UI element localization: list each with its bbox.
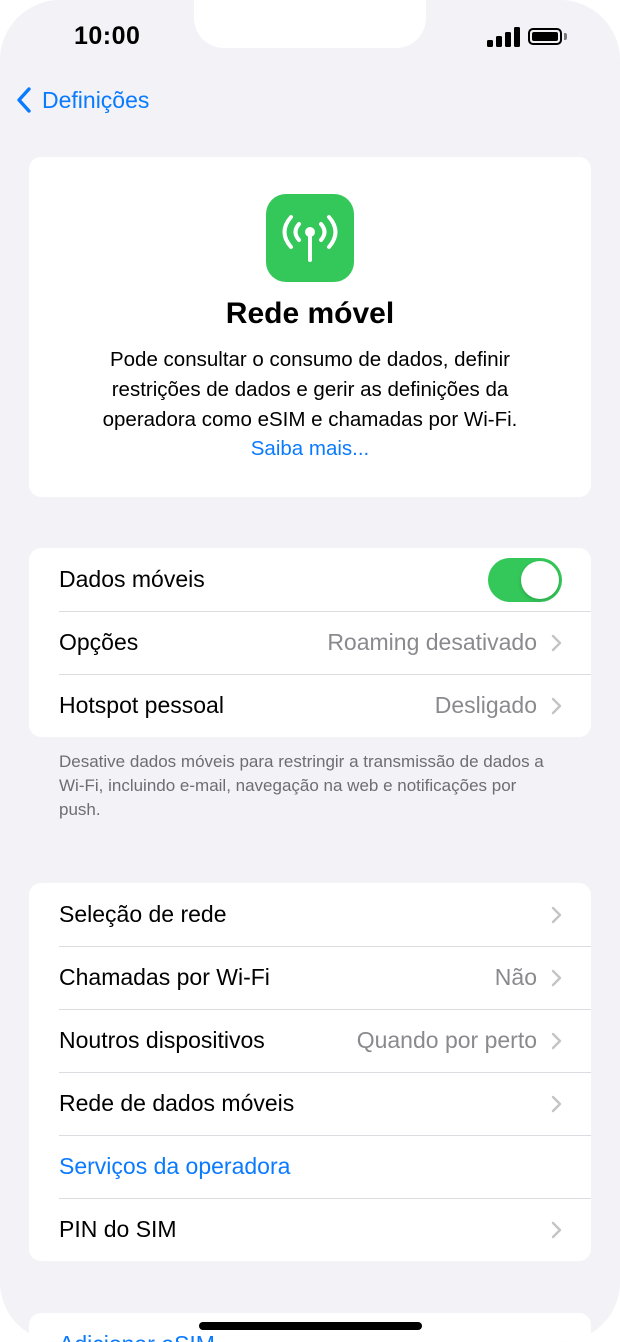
other-devices-value: Quando por perto	[356, 1027, 537, 1053]
wifi-calling-label: Chamadas por Wi-Fi	[59, 964, 270, 990]
carrier-services-row[interactable]: Serviços da operadora	[29, 1135, 591, 1198]
mobile-network-info-card: Rede móvel Pode consultar o consumo de d…	[29, 157, 591, 497]
sim-pin-label: PIN do SIM	[59, 1216, 177, 1242]
sim-pin-row[interactable]: PIN do SIM	[29, 1198, 591, 1261]
chevron-right-icon	[551, 969, 562, 986]
mobile-data-toggle[interactable]	[488, 557, 562, 602]
chevron-right-icon	[551, 906, 562, 923]
mobile-data-label: Dados móveis	[59, 566, 205, 592]
other-devices-row[interactable]: Noutros dispositivos Quando por perto	[29, 1009, 591, 1072]
other-devices-label: Noutros dispositivos	[59, 1027, 265, 1053]
chevron-right-icon	[551, 697, 562, 714]
chevron-right-icon	[551, 634, 562, 651]
add-esim-link[interactable]: Adicionar eSIM	[59, 1331, 215, 1342]
back-button-label: Definições	[42, 86, 150, 113]
wifi-calling-value: Não	[494, 964, 537, 990]
page-description: Pode consultar o consumo de dados, defin…	[102, 348, 518, 431]
mobile-data-footnote: Desative dados móveis para restringir a …	[59, 752, 544, 819]
chevron-right-icon	[551, 1095, 562, 1112]
chevron-left-icon	[17, 87, 31, 113]
options-label: Opções	[59, 629, 139, 655]
options-row[interactable]: Opções Roaming desativado	[29, 611, 591, 674]
page-title: Rede móvel	[225, 297, 395, 330]
wifi-calling-row[interactable]: Chamadas por Wi-Fi Não	[29, 946, 591, 1009]
personal-hotspot-label: Hotspot pessoal	[59, 692, 224, 718]
battery-icon	[528, 28, 562, 45]
chevron-right-icon	[551, 1032, 562, 1049]
mobile-data-group: Dados móveis Opções Roaming desativado H…	[29, 548, 591, 737]
network-selection-label: Seleção de rede	[59, 901, 227, 927]
home-indicator[interactable]	[199, 1322, 422, 1330]
mobile-data-network-row[interactable]: Rede de dados móveis	[29, 1072, 591, 1135]
cellular-signal-icon	[487, 27, 521, 47]
options-value: Roaming desativado	[327, 629, 537, 655]
mobile-data-row: Dados móveis	[29, 548, 591, 611]
network-settings-group: Seleção de rede Chamadas por Wi-Fi Não N…	[29, 883, 591, 1261]
personal-hotspot-value: Desligado	[434, 692, 537, 718]
network-selection-row[interactable]: Seleção de rede	[29, 883, 591, 946]
back-button[interactable]: Definições	[16, 84, 149, 116]
toggle-knob	[521, 560, 559, 599]
chevron-right-icon	[551, 1221, 562, 1238]
antenna-signal-icon	[266, 194, 354, 282]
learn-more-link[interactable]: Saiba mais...	[29, 437, 591, 461]
carrier-services-link[interactable]: Serviços da operadora	[59, 1153, 562, 1180]
phone-screen: 10:00 Definições Rede móvel Pode consult…	[0, 0, 620, 1342]
camera-notch	[194, 0, 426, 48]
battery-cap	[564, 33, 567, 40]
mobile-data-network-label: Rede de dados móveis	[59, 1090, 295, 1116]
personal-hotspot-row[interactable]: Hotspot pessoal Desligado	[29, 674, 591, 737]
status-time: 10:00	[74, 22, 141, 50]
